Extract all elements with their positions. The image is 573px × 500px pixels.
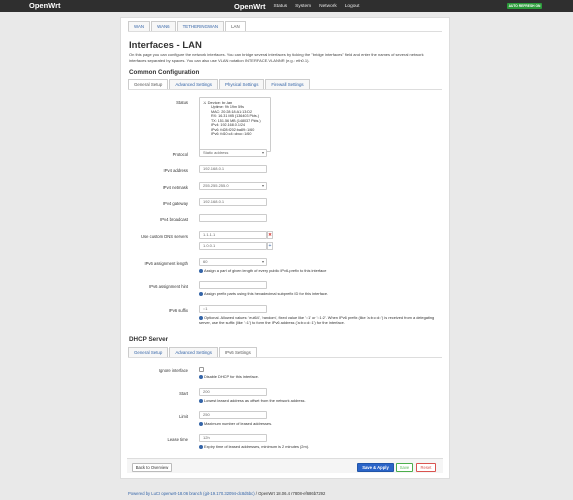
ipv4-netmask-select[interactable]: 255.255.255.0 (199, 182, 267, 190)
protocol-select[interactable]: Static address (199, 149, 267, 157)
tab-firewall-settings[interactable]: Firewall Settings (265, 79, 310, 89)
divider (128, 31, 442, 32)
lease-time-label: Lease time (167, 437, 188, 442)
reset-button[interactable]: Reset (416, 463, 436, 472)
menu-status[interactable]: Status (274, 4, 288, 9)
ipv6-assign-hint-input[interactable] (199, 281, 267, 289)
footer-version: / OpenWrt 18.06.4 r7808-ef686b7292 (254, 491, 326, 496)
brand-logo[interactable]: OpenWrt (29, 1, 61, 10)
tab-advanced-settings[interactable]: Advanced Settings (169, 79, 218, 89)
ipv6-suffix-help: Optional. Allowed values: 'eui64', 'rand… (199, 315, 435, 325)
tab-general-setup[interactable]: General Setup (128, 79, 169, 89)
tab-wan6[interactable]: WAN6 (151, 21, 176, 31)
save-button[interactable]: Save (396, 463, 413, 472)
start-input[interactable]: 200 (199, 388, 267, 396)
ipv4-netmask-label: IPv4 netmask (162, 185, 188, 190)
ipv6-assign-length-help: Assign a part of given length of every p… (199, 268, 439, 273)
menu-system[interactable]: System (295, 4, 311, 9)
divider (128, 89, 442, 90)
limit-help: Maximum number of leased addresses. (199, 421, 399, 426)
top-navbar: OpenWrt OpenWrt Status System Network Lo… (0, 0, 573, 12)
status-ipv6-2: IPv6: fd10:c4::cbcc::1/60 (211, 132, 252, 137)
ignore-interface-label: Ignore interface (158, 368, 188, 373)
tab-tetheringwan[interactable]: TETHERINGWAN (176, 21, 225, 31)
action-bar: Back to Overview Save & Apply Save Reset (127, 458, 443, 473)
help-icon (199, 398, 203, 403)
add-dns-icon[interactable]: + (267, 242, 273, 250)
start-label: Start (179, 391, 188, 396)
interface-status-box: Device: br-lan Uptime: 9h 19m 59s MAC: 2… (199, 97, 271, 152)
tab-physical-settings[interactable]: Physical Settings (218, 79, 265, 89)
ipv6-suffix-input[interactable]: ::1 (199, 305, 267, 313)
dns-server-input-2[interactable]: 1.0.0.1 (199, 242, 267, 250)
ignore-interface-checkbox[interactable] (199, 367, 204, 372)
auto-refresh-badge[interactable]: AUTO REFRESH ON (507, 3, 542, 9)
tab-wan[interactable]: WAN (128, 21, 151, 31)
section-heading-common: Common Configuration (129, 69, 200, 76)
tab-lan[interactable]: LAN (225, 21, 246, 31)
ipv4-broadcast-input[interactable] (199, 214, 267, 222)
save-apply-button[interactable]: Save & Apply (357, 463, 394, 472)
ipv6-assign-length-select[interactable]: 60 (199, 258, 267, 266)
limit-input[interactable]: 250 (199, 411, 267, 419)
ipv4-address-input[interactable]: 192.168.0.1 (199, 165, 267, 173)
tab-dhcp-general[interactable]: General Setup (128, 347, 169, 357)
help-icon (199, 374, 203, 379)
page-description: On this page you can configure the netwo… (129, 52, 424, 63)
dns-server-input-1[interactable]: 1.1.1.1 (199, 231, 267, 239)
limit-label: Limit (179, 414, 188, 419)
main-menu: OpenWrt Status System Network Logout (234, 0, 367, 12)
start-help: Lowest leased address as offset from the… (199, 398, 399, 403)
common-config-tabs: General Setup Advanced Settings Physical… (128, 79, 311, 89)
dhcp-tabs: General Setup Advanced Settings IPv6 Set… (128, 347, 258, 357)
tab-dhcp-ipv6[interactable]: IPv6 Settings (218, 347, 257, 357)
page-title: Interfaces - LAN (129, 40, 202, 51)
back-to-overview-button[interactable]: Back to Overview (132, 463, 172, 472)
interface-tabs: WAN WAN6 TETHERINGWAN LAN (128, 21, 247, 31)
status-label: Status (176, 100, 188, 105)
ipv4-gateway-input[interactable]: 192.168.0.1 (199, 198, 267, 206)
section-heading-dhcp: DHCP Server (129, 336, 169, 343)
menu-network[interactable]: Network (319, 4, 337, 9)
help-icon (199, 268, 203, 273)
lease-time-input[interactable]: 12h (199, 434, 267, 442)
tab-dhcp-advanced[interactable]: Advanced Settings (169, 347, 218, 357)
status-device: Device: br-lan (203, 100, 267, 105)
hostname-title: OpenWrt (234, 1, 266, 11)
main-content-card: WAN WAN6 TETHERINGWAN LAN Interfaces - L… (120, 17, 450, 479)
ignore-interface-help: Disable DHCP for this interface. (199, 374, 399, 379)
ipv6-assign-hint-help: Assign prefix parts using this hexadecim… (199, 291, 439, 296)
ipv6-assign-hint-label: IPv6 assignment hint (149, 284, 188, 289)
ipv6-assign-length-label: IPv6 assignment length (144, 261, 188, 266)
dns-label: Use custom DNS servers (140, 234, 188, 239)
menu-logout[interactable]: Logout (345, 4, 360, 9)
divider (128, 357, 442, 358)
ipv4-gateway-label: IPv4 gateway (162, 201, 188, 206)
lease-time-help: Expiry time of leased addresses, minimum… (199, 444, 399, 449)
remove-dns-icon[interactable]: ✖ (267, 231, 273, 239)
ipv4-broadcast-label: IPv4 broadcast (160, 217, 188, 222)
protocol-label: Protocol (172, 152, 188, 157)
help-icon (199, 444, 203, 449)
luci-link[interactable]: Powered by LuCI openwrt-18.06 branch (gi… (128, 491, 255, 496)
help-icon (199, 421, 203, 426)
footer: Powered by LuCI openwrt-18.06 branch (gi… (128, 491, 325, 496)
help-icon (199, 291, 203, 296)
ipv4-address-label: IPv4 address (163, 168, 188, 173)
ipv6-suffix-label: IPv6 suffix (168, 308, 188, 313)
